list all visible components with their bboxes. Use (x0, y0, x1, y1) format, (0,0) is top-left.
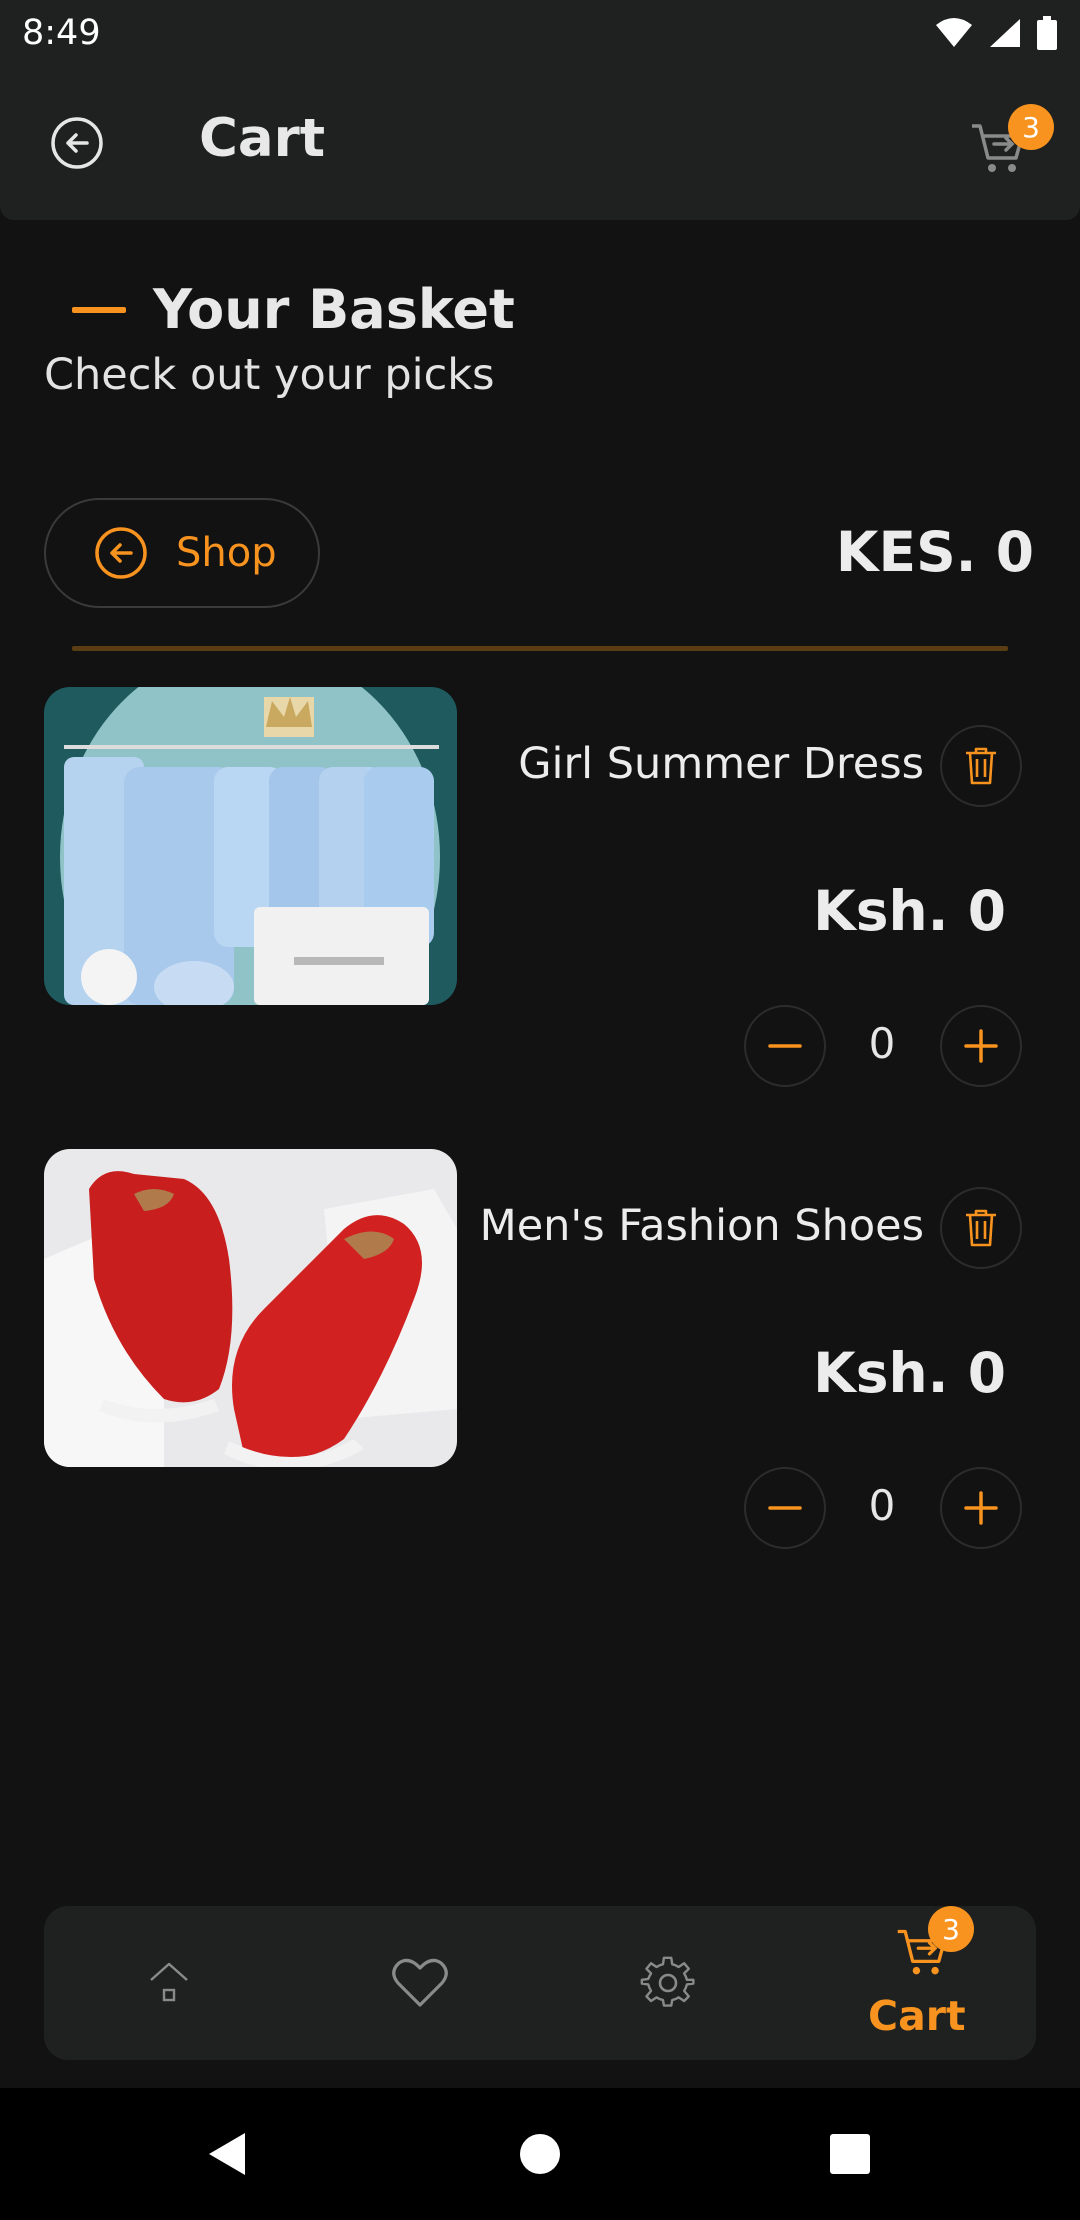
nav-favorites[interactable] (370, 1906, 470, 2060)
status-bar: 8:49 (0, 0, 1080, 66)
item-price: Ksh. 0 (813, 879, 1006, 943)
cart-total: KES. 0 (835, 520, 1034, 584)
delete-item-button[interactable] (940, 725, 1022, 807)
quantity-value: 0 (868, 1019, 896, 1068)
minus-icon (768, 1044, 802, 1048)
home-icon (150, 1962, 188, 2002)
back-button[interactable] (48, 114, 106, 172)
heading-accent-dash (72, 307, 126, 313)
product-image (44, 687, 457, 1005)
cart-badge: 3 (928, 1906, 974, 1952)
cart-item: Girl Summer Dress Ksh. 0 0 (0, 687, 1080, 1087)
product-image (44, 1149, 457, 1467)
nav-settings[interactable] (618, 1906, 718, 2060)
trash-icon (966, 747, 996, 785)
shop-button[interactable]: Shop (44, 498, 320, 608)
back-arrow-icon (95, 527, 147, 579)
status-icons (934, 16, 1058, 50)
cart-item: Men's Fashion Shoes Ksh. 0 0 (0, 1149, 1080, 1549)
status-time: 8:49 (22, 13, 101, 53)
trash-icon (966, 1209, 996, 1247)
basket-title: Your Basket (153, 278, 515, 341)
system-home-icon[interactable] (519, 2133, 561, 2175)
decrease-quantity-button[interactable] (744, 1005, 826, 1087)
system-back-icon[interactable] (205, 2131, 249, 2177)
decrease-quantity-button[interactable] (744, 1467, 826, 1549)
item-name: Girl Summer Dress (518, 739, 924, 789)
cart-button[interactable]: 3 (968, 104, 1054, 178)
back-arrow-icon (51, 117, 103, 169)
nav-home[interactable] (124, 1906, 214, 2060)
increase-quantity-button[interactable] (940, 1005, 1022, 1087)
shop-button-label: Shop (176, 530, 277, 576)
nav-cart-label: Cart (868, 1992, 966, 2040)
divider (72, 646, 1008, 651)
item-name: Men's Fashion Shoes (479, 1201, 924, 1251)
signal-icon (990, 19, 1020, 47)
quantity-value: 0 (868, 1481, 896, 1530)
page-title: Cart (199, 108, 326, 169)
basket-subtitle: Check out your picks (44, 350, 495, 400)
app-bar: Cart 3 (0, 66, 1080, 220)
delete-item-button[interactable] (940, 1187, 1022, 1269)
system-recents-icon[interactable] (829, 2133, 871, 2175)
system-nav-bar (0, 2088, 1080, 2220)
battery-icon (1037, 16, 1057, 50)
wifi-icon (936, 18, 972, 47)
gear-icon (640, 1956, 695, 2007)
plus-icon (964, 1491, 998, 1525)
cart-badge: 3 (1008, 104, 1054, 150)
plus-icon (964, 1029, 998, 1063)
item-price: Ksh. 0 (813, 1341, 1006, 1405)
heart-icon (392, 1958, 448, 2007)
bottom-nav: 3 Cart (44, 1906, 1036, 2060)
increase-quantity-button[interactable] (940, 1467, 1022, 1549)
minus-icon (768, 1506, 802, 1510)
